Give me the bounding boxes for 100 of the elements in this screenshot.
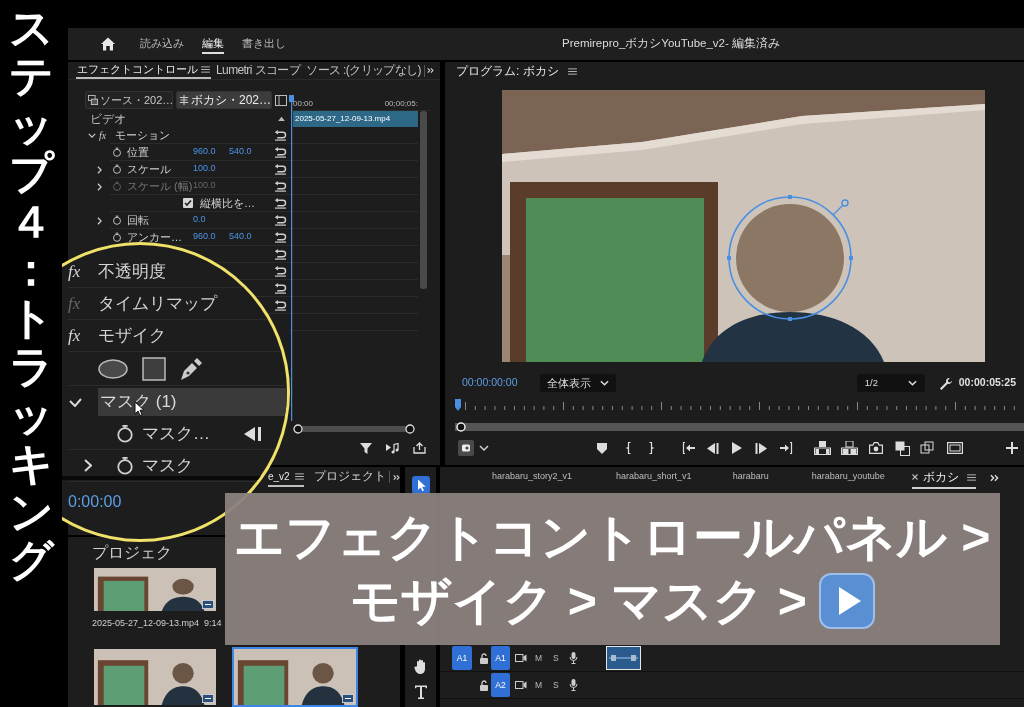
- lift-icon[interactable]: [814, 441, 831, 455]
- stopwatch-icon[interactable]: [116, 424, 134, 443]
- stopwatch-icon[interactable]: [116, 456, 134, 475]
- panel-tab[interactable]: プロジェクト: [313, 467, 386, 487]
- video-thumbnail[interactable]: [92, 566, 218, 613]
- workspace-tab[interactable]: 編集: [202, 34, 224, 54]
- playhead[interactable]: [289, 95, 294, 421]
- pen-icon[interactable]: [180, 356, 203, 381]
- lock-icon[interactable]: [479, 679, 489, 691]
- menu-icon[interactable]: [201, 66, 210, 73]
- extract-icon[interactable]: [841, 441, 858, 455]
- ellipse-mask-icon[interactable]: [98, 358, 128, 379]
- menu-icon[interactable]: [294, 472, 304, 480]
- rectangle-mask-icon[interactable]: [142, 356, 166, 381]
- marker-icon[interactable]: [597, 442, 607, 454]
- lock-icon[interactable]: [479, 652, 489, 664]
- track-target[interactable]: A1: [491, 646, 510, 670]
- wrench-icon[interactable]: [938, 376, 952, 390]
- close-icon[interactable]: [911, 474, 918, 480]
- timecode[interactable]: 0:00:00: [68, 490, 122, 514]
- property-value[interactable]: 0.0: [193, 213, 229, 227]
- go-to-out-icon[interactable]: [779, 442, 793, 454]
- solo-toggle[interactable]: S: [553, 678, 559, 692]
- sequence-tab[interactable]: harabaru_story2_v1: [492, 467, 573, 489]
- playhead-marker[interactable]: [455, 399, 461, 411]
- reset-icon[interactable]: [274, 214, 287, 226]
- sequence-tab[interactable]: harabaru_short_v1: [616, 467, 692, 489]
- stopwatch-icon[interactable]: [112, 215, 122, 225]
- property-value[interactable]: 100.0: [193, 162, 229, 176]
- clip-bar[interactable]: 2025-05-27_12-09-13.mp4: [293, 111, 418, 127]
- clip-selector[interactable]: ボカシ・202…: [176, 91, 272, 109]
- menu-icon[interactable]: [567, 67, 577, 75]
- go-to-in-icon[interactable]: [682, 442, 696, 454]
- workspace-tab[interactable]: 書き出し: [242, 34, 286, 54]
- track-backward-icon[interactable]: [243, 425, 262, 442]
- home-icon[interactable]: [100, 36, 116, 52]
- microphone-icon[interactable]: [568, 679, 578, 691]
- panel-tab[interactable]: ソース :(クリップなし): [305, 62, 423, 79]
- reset-icon[interactable]: [274, 248, 287, 260]
- reset-icon[interactable]: [274, 129, 287, 141]
- property-value[interactable]: 540.0: [229, 230, 265, 244]
- property-value[interactable]: 960.0: [193, 230, 229, 244]
- triangle-up-icon[interactable]: [278, 116, 285, 121]
- scrollbar[interactable]: [420, 111, 427, 289]
- step-forward-icon[interactable]: [755, 442, 767, 454]
- tick-icon[interactable]: [69, 397, 82, 407]
- filter-icon[interactable]: [360, 442, 372, 454]
- stopwatch-icon[interactable]: [112, 232, 122, 242]
- reset-icon[interactable]: [274, 197, 287, 209]
- resolution-dropdown[interactable]: 1/2: [856, 374, 925, 392]
- zoom-scrollbar[interactable]: [293, 424, 415, 434]
- panel-tab[interactable]: エフェクトコントロール: [76, 62, 211, 79]
- camera-icon[interactable]: [869, 442, 883, 454]
- reset-icon[interactable]: [274, 299, 287, 311]
- track-target[interactable]: A2: [491, 673, 510, 697]
- microphone-icon[interactable]: [568, 652, 578, 664]
- reset-icon[interactable]: [274, 265, 287, 277]
- stopwatch-icon[interactable]: [112, 164, 122, 174]
- checkbox[interactable]: [183, 198, 193, 208]
- property-value[interactable]: 540.0: [229, 145, 265, 159]
- mark-in-icon[interactable]: [626, 442, 631, 454]
- video-thumbnail[interactable]: [92, 647, 218, 707]
- more-panels-icon[interactable]: [989, 474, 999, 482]
- chevron-right-icon[interactable]: [97, 165, 102, 174]
- reset-icon[interactable]: [274, 163, 287, 175]
- caret-down-icon[interactable]: [479, 445, 489, 451]
- step-back-icon[interactable]: [707, 442, 719, 454]
- mark-out-icon[interactable]: [649, 442, 654, 454]
- plus-icon[interactable]: [1006, 442, 1018, 454]
- export-icon[interactable]: [413, 442, 426, 454]
- reset-icon[interactable]: [274, 146, 287, 158]
- panel-layout-icon[interactable]: [275, 94, 287, 106]
- playback-scrollbar[interactable]: [455, 422, 1024, 432]
- sequence-tab[interactable]: harabaru_youtube: [811, 467, 885, 489]
- play-icon[interactable]: [732, 442, 742, 454]
- more-panels-icon[interactable]: [392, 473, 400, 481]
- selection-tool-icon[interactable]: [411, 476, 430, 494]
- chevron-right-icon[interactable]: [97, 216, 102, 225]
- panel-tab[interactable]: Lumetri スコープ: [215, 62, 302, 79]
- source-patch[interactable]: A1: [452, 646, 472, 670]
- sequence-tab[interactable]: ボカシ: [911, 467, 976, 489]
- reset-icon[interactable]: [274, 180, 287, 192]
- mute-toggle[interactable]: M: [535, 651, 543, 665]
- video-thumbnail[interactable]: [232, 647, 358, 707]
- video-camera-icon[interactable]: [515, 653, 527, 663]
- chevron-down-icon[interactable]: [88, 133, 96, 138]
- video-camera-icon[interactable]: [515, 680, 527, 690]
- safe-margins-icon[interactable]: [947, 442, 963, 454]
- reset-icon[interactable]: [274, 282, 287, 294]
- solo-toggle[interactable]: S: [553, 651, 559, 665]
- more-panels-icon[interactable]: [427, 67, 435, 74]
- workspace-tab[interactable]: 読み込み: [140, 34, 184, 54]
- timecode[interactable]: 00:00:00:00: [462, 375, 524, 391]
- audio-clip[interactable]: [605, 646, 641, 670]
- menu-icon[interactable]: [966, 473, 976, 481]
- play-note-icon[interactable]: [386, 442, 399, 454]
- stopwatch-icon[interactable]: [112, 147, 122, 157]
- chevron-right-icon[interactable]: [84, 459, 92, 472]
- zoom-dropdown[interactable]: 全体表示: [540, 374, 616, 392]
- monitor-mode-icon[interactable]: [458, 440, 474, 456]
